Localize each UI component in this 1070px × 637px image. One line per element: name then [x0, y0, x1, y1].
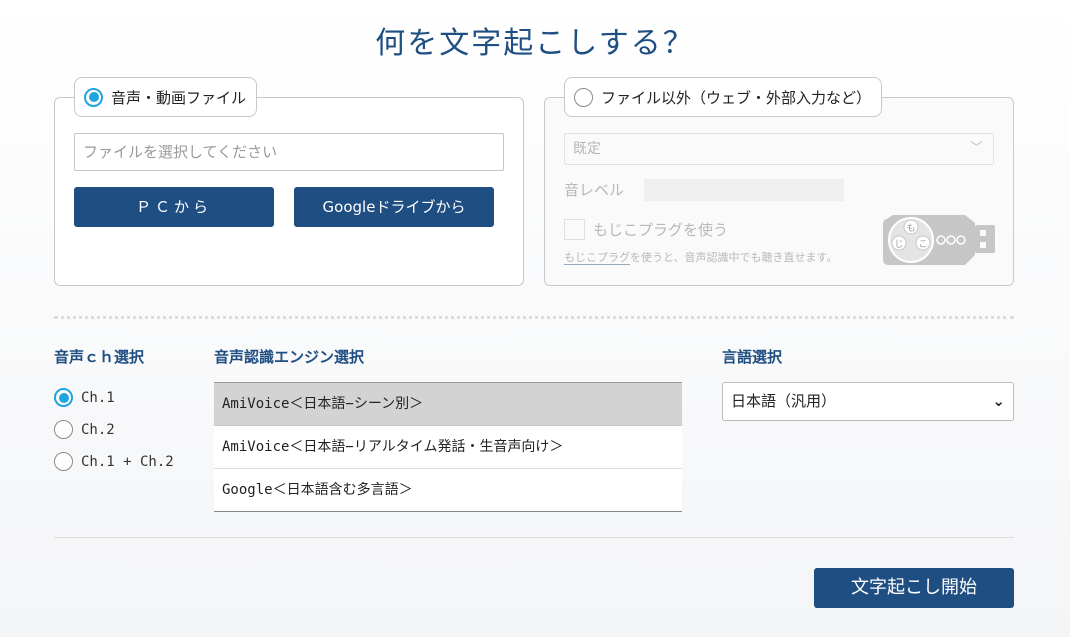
file-select-field[interactable]: ファイルを選択してください — [74, 133, 504, 171]
engine-option-google[interactable]: Google＜日本語含む多言語＞ — [214, 469, 682, 512]
file-source-panel: 音声・動画ファイル ファイルを選択してください ＰＣから Googleドライブか… — [54, 77, 524, 286]
channel-radio-ch2[interactable] — [54, 420, 73, 439]
mojiko-plug-note-text: を使うと、音声認識中でも聴き直せます。 — [630, 251, 838, 264]
language-select[interactable]: 日本語（汎用） ⌄ — [722, 382, 1014, 421]
chevron-down-icon: ⌄ — [992, 392, 1005, 410]
start-transcription-button[interactable]: 文字起こし開始 — [814, 568, 1014, 608]
channel-radio-ch1[interactable] — [54, 388, 73, 407]
chevron-down-icon: ﹀ — [969, 141, 983, 156]
channel-option-both[interactable]: Ch.1 + Ch.2 — [54, 452, 174, 471]
file-source-label: 音声・動画ファイル — [111, 88, 247, 107]
engine-option-amivoice-realtime[interactable]: AmiVoice＜日本語−リアルタイム発話・生音声向け＞ — [214, 426, 682, 469]
channel-label-ch1: Ch.1 — [81, 389, 115, 406]
channel-option-ch2[interactable]: Ch.2 — [54, 420, 115, 439]
section-divider — [54, 316, 1014, 319]
engine-list: AmiVoice＜日本語−シーン別＞ AmiVoice＜日本語−リアルタイム発話… — [214, 382, 682, 512]
sound-level-meter — [644, 179, 844, 201]
page-title: 何を文字起こしする？ — [375, 26, 695, 61]
mojiko-plug-checkbox[interactable] — [564, 219, 585, 240]
pc-upload-button[interactable]: ＰＣから — [74, 187, 274, 227]
other-source-radio[interactable] — [574, 87, 593, 107]
engine-section-title: 音声認識エンジン選択 — [214, 348, 365, 366]
plug-letter-ji: じ — [894, 239, 903, 250]
input-device-select[interactable]: 既定 ﹀ — [564, 133, 994, 165]
google-drive-button[interactable]: Googleドライブから — [294, 187, 494, 227]
mojiko-plug-link[interactable]: もじこプラグ — [564, 251, 630, 265]
sound-level-label: 音レベル — [564, 181, 625, 199]
other-source-option[interactable]: ファイル以外（ウェブ・外部入力など） — [564, 77, 883, 117]
other-source-panel: ファイル以外（ウェブ・外部入力など） 既定 ﹀ 音レベル もじこプラグを使う も… — [544, 77, 1014, 286]
language-select-value: 日本語（汎用） — [731, 392, 837, 410]
plug-letter-mo: も — [906, 223, 915, 234]
engine-option-amivoice-scene[interactable]: AmiVoice＜日本語−シーン別＞ — [214, 383, 682, 426]
file-source-radio[interactable] — [84, 87, 103, 107]
other-source-label: ファイル以外（ウェブ・外部入力など） — [601, 88, 872, 107]
file-source-option[interactable]: 音声・動画ファイル — [74, 77, 258, 117]
language-section-title: 言語選択 — [722, 348, 783, 366]
channel-label-both: Ch.1 + Ch.2 — [81, 453, 174, 470]
channel-label-ch2: Ch.2 — [81, 421, 115, 438]
mojiko-plug-note: もじこプラグを使うと、音声認識中でも聴き直せます。 — [564, 249, 837, 265]
plug-letter-ko: こ — [918, 240, 927, 250]
mojiko-plug-label: もじこプラグを使う — [593, 221, 729, 239]
channel-option-ch1[interactable]: Ch.1 — [54, 388, 115, 407]
input-device-value: 既定 — [573, 141, 601, 157]
bottom-divider — [54, 537, 1014, 538]
channel-radio-both[interactable] — [54, 452, 73, 471]
mojiko-plug-icon: も じ こ — [883, 215, 995, 265]
channel-section-title: 音声ｃｈ選択 — [54, 348, 145, 366]
